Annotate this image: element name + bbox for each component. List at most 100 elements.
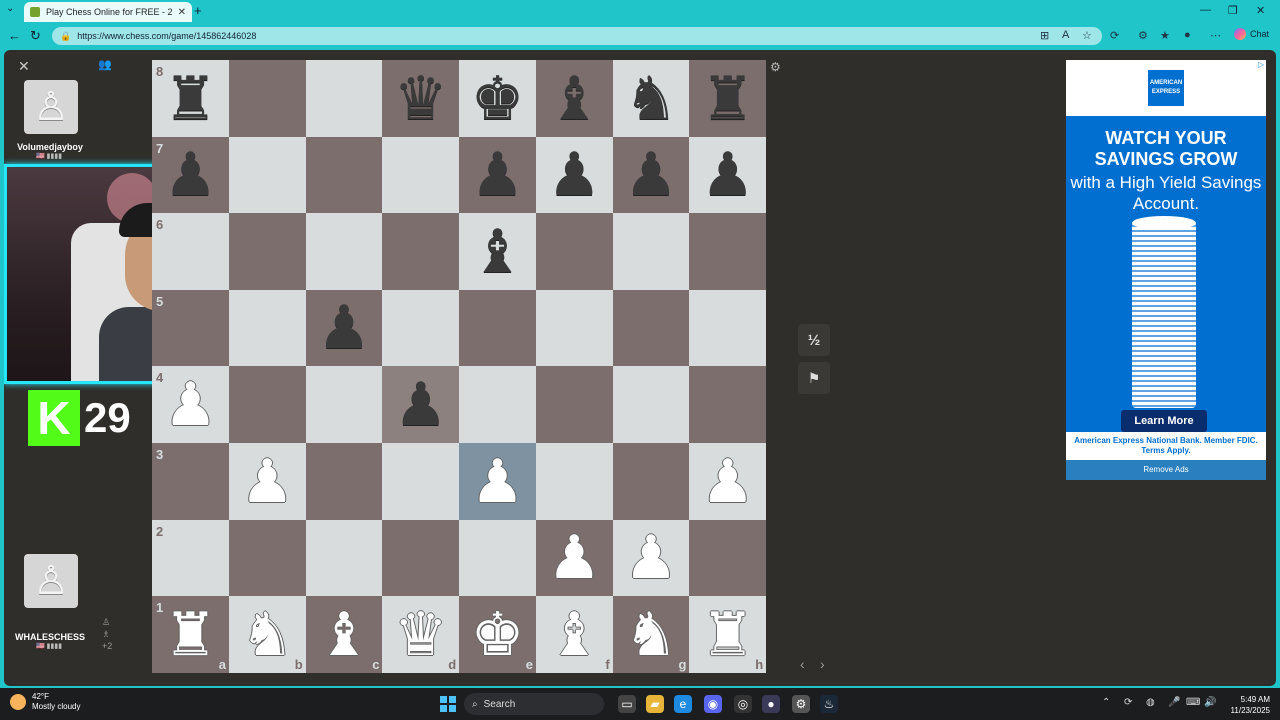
white-piece-icon[interactable]: ♞	[229, 596, 306, 673]
square-a1[interactable]: 1 a ♜	[152, 596, 229, 674]
edge-browser-icon[interactable]: e	[674, 695, 692, 713]
square-d1[interactable]: d ♛	[382, 596, 460, 674]
square-d7[interactable]	[382, 136, 460, 214]
white-piece-icon[interactable]: ♛	[382, 596, 459, 673]
white-piece-icon[interactable]: ♜	[689, 596, 766, 673]
tab-actions-icon[interactable]: ⌄	[6, 3, 14, 14]
square-h6[interactable]	[689, 213, 767, 291]
bottom-player-name[interactable]: WHALESCHESS	[4, 632, 96, 642]
square-d5[interactable]	[382, 289, 460, 367]
weather-widget[interactable]: 42°F Mostly cloudy	[10, 692, 80, 712]
system-clock[interactable]: 5:49 AM 11/23/2025	[1222, 694, 1270, 716]
square-b8[interactable]	[228, 60, 306, 137]
square-e7[interactable]: ♟	[459, 136, 536, 214]
square-g5[interactable]	[612, 289, 690, 367]
white-piece-icon[interactable]: ♚	[459, 596, 536, 673]
offer-draw-button[interactable]: ½	[798, 324, 830, 356]
square-b3[interactable]: ♟	[228, 443, 306, 520]
white-piece-icon[interactable]: ♝	[306, 596, 383, 673]
next-move-icon[interactable]: ›	[820, 656, 825, 672]
steam-icon[interactable]: ♨	[820, 695, 838, 713]
square-b7[interactable]	[228, 136, 306, 214]
square-e6[interactable]: ♝	[459, 213, 536, 291]
close-tab-icon[interactable]: ✕	[178, 7, 186, 18]
collections-icon[interactable]: ★	[1160, 29, 1170, 42]
adchoices-icon[interactable]: ▷	[1258, 60, 1264, 69]
black-piece-icon[interactable]: ♝	[459, 213, 536, 290]
square-a2[interactable]: 2	[152, 519, 229, 597]
black-piece-icon[interactable]: ♟	[306, 290, 383, 367]
discord-icon[interactable]: ◉	[704, 695, 722, 713]
settings-gear-icon[interactable]: ⚙	[792, 695, 810, 713]
new-tab-button[interactable]: +	[194, 3, 202, 18]
square-g7[interactable]: ♟	[612, 136, 690, 214]
apps-icon[interactable]: ⊞	[1040, 29, 1049, 42]
square-e1[interactable]: e ♚	[459, 596, 536, 674]
start-windows-icon[interactable]	[440, 696, 456, 712]
square-d6[interactable]	[382, 213, 460, 291]
square-a6[interactable]: 6	[152, 213, 229, 291]
close-window-icon[interactable]: ✕	[1256, 4, 1265, 17]
square-g3[interactable]	[612, 443, 690, 520]
square-f5[interactable]	[535, 289, 613, 367]
square-a3[interactable]: 3	[152, 443, 229, 520]
square-c2[interactable]	[305, 519, 383, 597]
black-piece-icon[interactable]: ♚	[459, 60, 536, 137]
microphone-icon[interactable]: 🎤	[1168, 697, 1180, 708]
copilot-chat-button[interactable]: Chat	[1234, 28, 1269, 40]
file-explorer-icon[interactable]: ▰	[646, 695, 664, 713]
square-b1[interactable]: b ♞	[228, 596, 306, 674]
remove-ads-link[interactable]: Remove Ads	[1066, 460, 1266, 480]
square-h3[interactable]: ♟	[689, 443, 767, 520]
square-g1[interactable]: g ♞	[612, 596, 690, 674]
white-piece-icon[interactable]: ♜	[152, 596, 229, 673]
chess-board[interactable]: 8 ♜ ♛ ♚ ♝ ♞ ♜ 7 ♟ ♟ ♟ ♟ ♟ 6 ♝ 5 ♟ 4 ♟ ♟ 3 ♟ ♟ ♟ 2 ♟ ♟ 1 a ♜ b ♞ c ♝ d ♛ e ♚ f ♝…	[152, 60, 767, 674]
board-settings-icon[interactable]: ⚙	[770, 60, 781, 74]
square-e4[interactable]	[459, 366, 536, 444]
back-icon[interactable]: ←	[8, 28, 21, 43]
square-d3[interactable]	[382, 443, 460, 520]
taskbar-search[interactable]: ⌕ Search	[464, 693, 604, 715]
top-player-avatar[interactable]: ♙	[24, 80, 78, 134]
more-menu-icon[interactable]: ⋯	[1210, 29, 1221, 42]
network-icon[interactable]: ⌨	[1186, 697, 1200, 708]
minimize-icon[interactable]: —	[1200, 4, 1211, 16]
square-f6[interactable]	[535, 213, 613, 291]
sync-icon[interactable]: ⟳	[1110, 29, 1119, 42]
square-c4[interactable]	[305, 366, 383, 444]
square-f4[interactable]	[535, 366, 613, 444]
extensions-icon[interactable]: ⚙	[1138, 29, 1148, 42]
square-c1[interactable]: c ♝	[305, 596, 383, 674]
tray-app-icon[interactable]: ◍	[1146, 697, 1155, 708]
square-g4[interactable]	[612, 366, 690, 444]
square-d4[interactable]: ♟	[382, 366, 460, 444]
square-a4[interactable]: 4 ♟	[152, 366, 229, 444]
volume-icon[interactable]: 🔊	[1204, 697, 1216, 708]
black-piece-icon[interactable]: ♜	[689, 60, 766, 137]
tray-sync-icon[interactable]: ⟳	[1124, 697, 1132, 708]
square-h5[interactable]	[689, 289, 767, 367]
resign-flag-icon[interactable]: ⚑	[798, 362, 830, 394]
square-f1[interactable]: f ♝	[535, 596, 613, 674]
square-c6[interactable]	[305, 213, 383, 291]
square-g6[interactable]	[612, 213, 690, 291]
square-f7[interactable]: ♟	[535, 136, 613, 214]
square-h7[interactable]: ♟	[689, 136, 767, 214]
square-h2[interactable]	[689, 519, 767, 597]
square-f8[interactable]: ♝	[535, 60, 613, 137]
read-aloud-icon[interactable]: A	[1062, 29, 1069, 41]
refresh-icon[interactable]: ↻	[30, 28, 41, 44]
white-piece-icon[interactable]: ♞	[613, 596, 690, 673]
square-h4[interactable]	[689, 366, 767, 444]
top-player-name[interactable]: Volumedjayboy	[4, 142, 96, 152]
black-piece-icon[interactable]: ♟	[536, 137, 613, 214]
black-piece-icon[interactable]: ♞	[613, 60, 690, 137]
white-piece-icon[interactable]: ♟	[613, 520, 690, 597]
square-d2[interactable]	[382, 519, 460, 597]
square-a7[interactable]: 7 ♟	[152, 136, 229, 214]
square-h8[interactable]: ♜	[689, 60, 767, 137]
square-f3[interactable]	[535, 443, 613, 520]
white-piece-icon[interactable]: ♝	[536, 596, 613, 673]
maximize-icon[interactable]: ❐	[1228, 4, 1238, 17]
square-e5[interactable]	[459, 289, 536, 367]
